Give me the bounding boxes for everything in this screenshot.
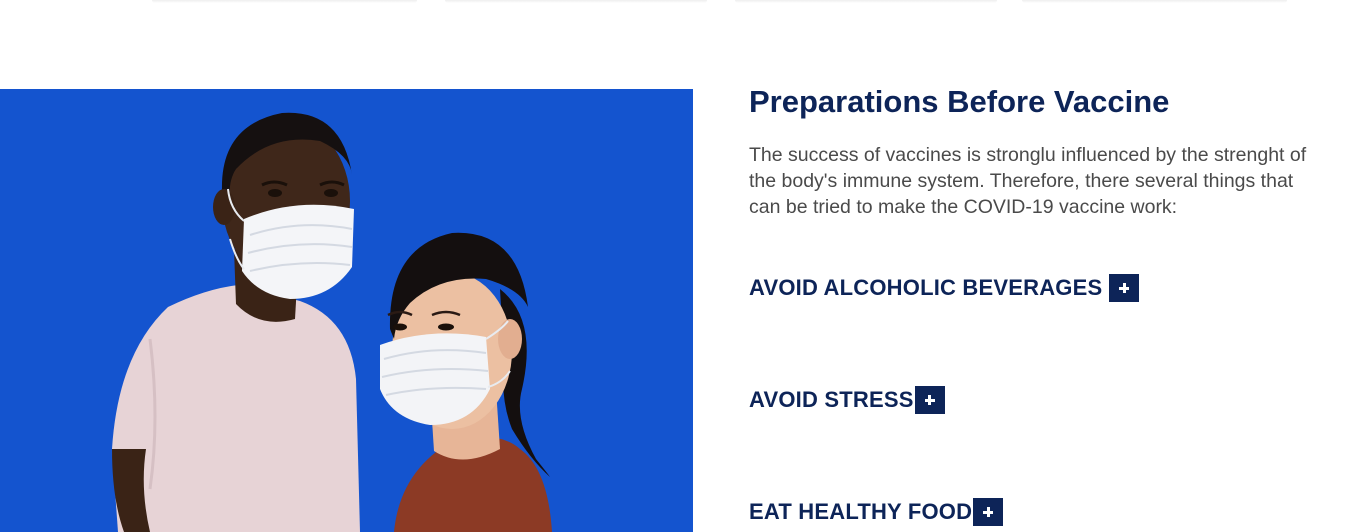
plus-icon [1109, 274, 1139, 302]
expand-button[interactable] [1109, 274, 1140, 302]
section-intro: The success of vaccines is stronglu infl… [749, 144, 1307, 218]
section-heading: Preparations Before Vaccine [749, 84, 1170, 119]
expand-button[interactable] [914, 386, 945, 414]
two-people-wearing-masks-photo [0, 89, 693, 532]
top-card-edges [0, 0, 1349, 6]
tip-label: AVOID ALCOHOLIC BEVERAGES [749, 275, 1103, 300]
hero-image [0, 89, 693, 532]
tip-avoid-alcoholic-beverages[interactable]: AVOID ALCOHOLIC BEVERAGES [749, 274, 1140, 302]
card-edge [735, 0, 997, 3]
tip-avoid-stress[interactable]: AVOID STRESS [749, 386, 945, 414]
card-edge [1022, 0, 1287, 3]
card-edge [152, 0, 417, 3]
preparations-section: Preparations Before Vaccine The success … [749, 84, 1319, 526]
card-edge [445, 0, 707, 3]
tip-label: AVOID STRESS [749, 387, 914, 412]
tip-label: EAT HEALTHY FOOD [749, 499, 973, 524]
page: Preparations Before Vaccine The success … [0, 0, 1349, 532]
tip-eat-healthy-food[interactable]: EAT HEALTHY FOOD [749, 498, 1004, 526]
expand-button[interactable] [973, 498, 1004, 526]
plus-icon [915, 386, 945, 414]
plus-icon [973, 498, 1003, 526]
